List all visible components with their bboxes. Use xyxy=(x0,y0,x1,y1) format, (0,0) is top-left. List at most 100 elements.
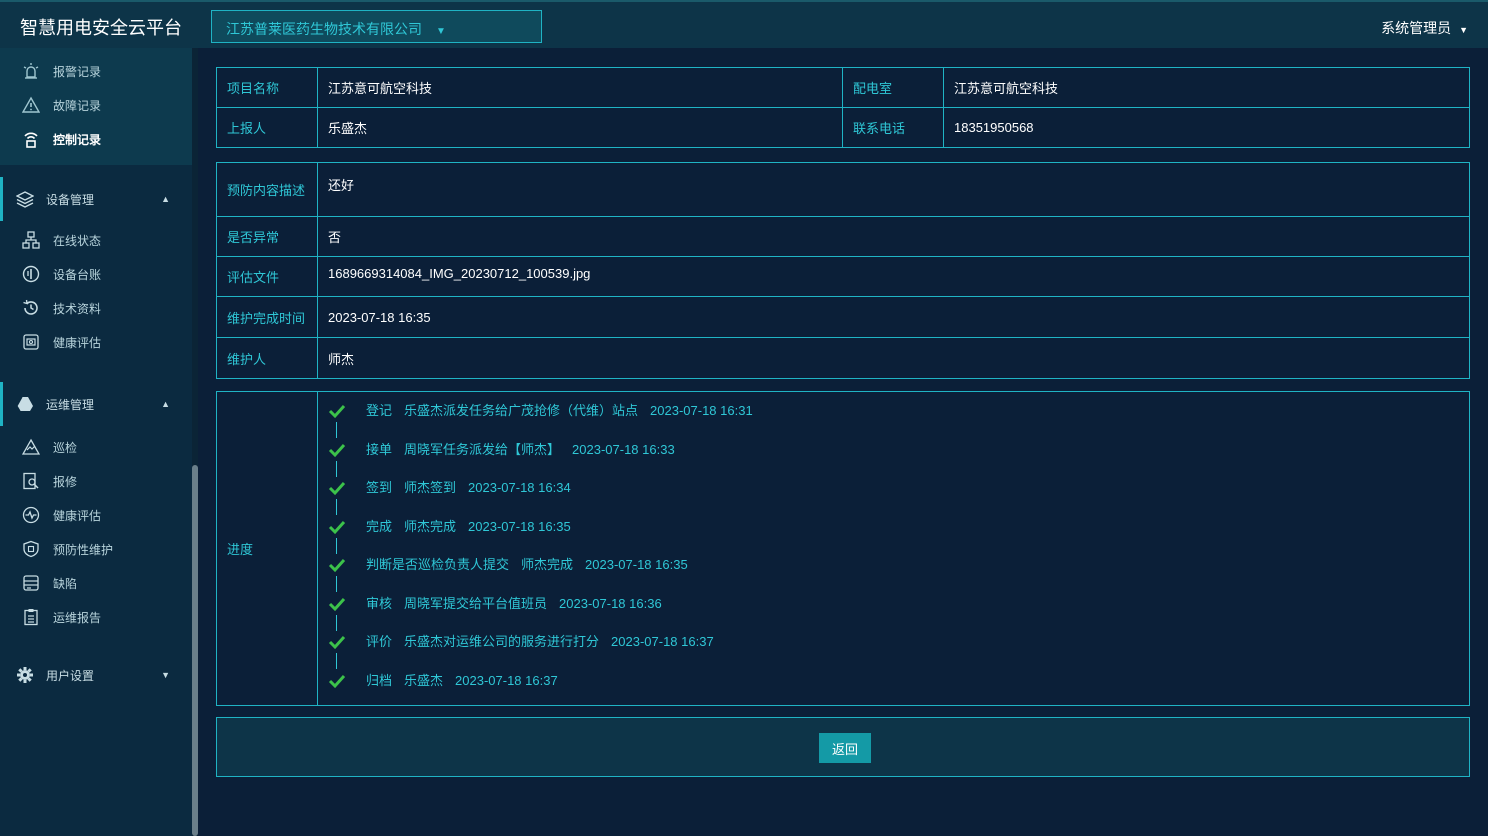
company-select[interactable]: 江苏普莱医药生物技术有限公司 ▼ xyxy=(211,10,542,43)
step-time: 2023-07-18 16:35 xyxy=(585,557,688,572)
timeline-connector xyxy=(336,653,337,669)
sidebar-item-health-assessment[interactable]: 健康评估 xyxy=(0,325,192,359)
warning-triangle-icon xyxy=(22,96,40,114)
shield-icon xyxy=(22,540,40,558)
timeline-step: 签到 师杰签到 2023-07-18 16:34 xyxy=(328,479,1469,518)
table-row: 上报人 乐盛杰 联系电话 18351950568 xyxy=(217,108,1469,147)
sidebar-item-label: 健康评估 xyxy=(53,508,102,523)
sidebar-item-health-evaluation[interactable]: 健康评估 xyxy=(0,498,192,532)
timeline-connector xyxy=(336,614,337,631)
sidebar-item-repair[interactable]: 报修 xyxy=(0,464,192,498)
caret-down-icon: ▼ xyxy=(436,26,446,37)
project-name-value: 江苏意可航空科技 xyxy=(318,68,843,107)
sidebar-record-submenu: 报警记录 故障记录 控制记录 xyxy=(0,48,192,165)
user-menu[interactable]: 系统管理员 ▼ xyxy=(1381,18,1468,38)
sidebar-item-tech-docs[interactable]: 技术资料 xyxy=(0,291,192,325)
caret-down-icon: ▼ xyxy=(1459,25,1468,35)
step-action: 归档 xyxy=(366,672,393,688)
check-icon xyxy=(328,597,346,611)
sidebar-item-label: 预防性维护 xyxy=(53,542,114,557)
progress-label: 进度 xyxy=(217,392,318,705)
table-row: 进度 登记 乐盛杰派发任务给广茂抢修（代维）站点 2023-07-18 16:31 接… xyxy=(217,392,1469,705)
drive-icon xyxy=(16,395,34,413)
step-time: 2023-07-18 16:35 xyxy=(468,518,571,534)
step-desc: 周晓军提交给平台值班员 xyxy=(404,595,548,611)
completion-time-value: 2023-07-18 16:35 xyxy=(328,309,431,325)
network-icon xyxy=(22,231,40,249)
table-row: 预防内容描述 还好 xyxy=(217,163,1469,217)
distribution-room-label: 配电室 xyxy=(843,68,944,107)
timeline-step: 完成 师杰完成 2023-07-18 16:35 xyxy=(328,518,1469,557)
table-row: 项目名称 江苏意可航空科技 配电室 江苏意可航空科技 xyxy=(217,68,1469,108)
caret-up-icon: ▲ xyxy=(161,399,170,409)
step-time: 2023-07-18 16:31 xyxy=(650,403,753,418)
progress-timeline: 登记 乐盛杰派发任务给广茂抢修（代维）站点 2023-07-18 16:31 接单 周晓… xyxy=(318,392,1469,705)
assessment-file-link[interactable]: 1689669314084_IMG_20230712_100539.jpg xyxy=(318,257,1469,296)
sidebar-item-defects[interactable]: 缺陷 xyxy=(0,566,192,600)
maintainer-label: 维护人 xyxy=(217,338,318,378)
sidebar-scrollbar-thumb[interactable] xyxy=(192,465,198,836)
sidebar-item-label: 报修 xyxy=(53,474,78,489)
timeline-connector xyxy=(336,499,337,515)
sidebar-item-device-ledger[interactable]: 设备台账 xyxy=(0,257,192,291)
check-icon xyxy=(328,558,346,573)
sidebar-item-label: 报警记录 xyxy=(53,64,102,79)
timeline-connector xyxy=(336,537,337,554)
sidebar-item-preventive-maintenance[interactable]: 预防性维护 xyxy=(0,532,192,566)
timeline-step: 接单 周晓军任务派发给【师杰】 2023-07-18 16:33 xyxy=(328,441,1469,480)
step-desc: 乐盛杰 xyxy=(404,672,444,688)
table-row: 维护人 师杰 xyxy=(217,338,1469,378)
step-action: 审核 xyxy=(366,595,393,611)
check-icon xyxy=(328,443,346,457)
step-action: 判断是否巡检负责人提交 xyxy=(366,557,510,572)
sidebar-item-control-records[interactable]: 控制记录 xyxy=(0,122,192,156)
check-icon xyxy=(328,481,346,496)
sidebar-item-label: 缺陷 xyxy=(53,576,78,591)
step-desc: 师杰完成 xyxy=(521,557,574,572)
step-desc: 师杰完成 xyxy=(404,518,457,534)
sidebar-item-ops-report[interactable]: 运维报告 xyxy=(0,600,192,634)
sidebar-item-online-status[interactable]: 在线状态 xyxy=(0,223,192,257)
timeline-connector xyxy=(336,460,337,477)
timeline-step: 评价 乐盛杰对运维公司的服务进行打分 2023-07-18 16:37 xyxy=(328,633,1469,672)
table-row: 维护完成时间 2023-07-18 16:35 xyxy=(217,297,1469,338)
sidebar-item-alarm-records[interactable]: 报警记录 xyxy=(0,54,192,88)
remote-control-icon xyxy=(22,130,40,148)
back-button[interactable]: 返回 xyxy=(819,733,871,763)
ledger-icon xyxy=(22,265,40,283)
progress-table: 进度 登记 乐盛杰派发任务给广茂抢修（代维）站点 2023-07-18 16:31 接… xyxy=(216,391,1470,706)
check-icon xyxy=(328,404,346,419)
timeline-connector xyxy=(336,576,337,592)
camera-box-icon xyxy=(22,333,40,351)
sidebar-group-label: 设备管理 xyxy=(46,192,95,207)
step-desc: 周晓军任务派发给【师杰】 xyxy=(404,441,561,457)
repair-report-icon xyxy=(22,472,40,490)
step-time: 2023-07-18 16:37 xyxy=(455,672,558,688)
check-icon xyxy=(328,674,346,688)
app-title: 智慧用电安全云平台 xyxy=(20,18,182,38)
sidebar-item-inspection[interactable]: 巡检 xyxy=(0,430,192,464)
timeline-step: 审核 周晓军提交给平台值班员 2023-07-18 16:36 xyxy=(328,595,1469,634)
table-row: 是否异常 否 xyxy=(217,217,1469,257)
step-time: 2023-07-18 16:37 xyxy=(611,634,714,649)
action-footer: 返回 xyxy=(216,717,1470,777)
distribution-room-value: 江苏意可航空科技 xyxy=(954,81,1059,96)
project-name-label: 项目名称 xyxy=(217,68,318,107)
gear-icon xyxy=(16,666,34,684)
sidebar-item-label: 运维报告 xyxy=(53,610,102,625)
sidebar-item-label: 控制记录 xyxy=(53,132,102,147)
abnormal-label: 是否异常 xyxy=(217,217,318,256)
sidebar-group-operations[interactable]: 运维管理 ▲ xyxy=(0,382,192,426)
check-icon xyxy=(328,520,346,534)
timeline-step: 登记 乐盛杰派发任务给广茂抢修（代维）站点 2023-07-18 16:31 xyxy=(328,402,1469,441)
sidebar-group-label: 运维管理 xyxy=(46,397,95,412)
layers-icon xyxy=(16,190,34,208)
description-value: 还好 xyxy=(328,178,355,193)
step-action: 签到 xyxy=(366,480,393,495)
sidebar-item-fault-records[interactable]: 故障记录 xyxy=(0,88,192,122)
sidebar-group-user-settings[interactable]: 用户设置 ▼ xyxy=(0,653,192,697)
user-name: 系统管理员 xyxy=(1381,20,1452,36)
sidebar-item-label: 故障记录 xyxy=(53,98,102,113)
sidebar-group-device-management[interactable]: 设备管理 ▲ xyxy=(0,177,192,221)
sidebar-item-label: 巡检 xyxy=(53,440,78,455)
